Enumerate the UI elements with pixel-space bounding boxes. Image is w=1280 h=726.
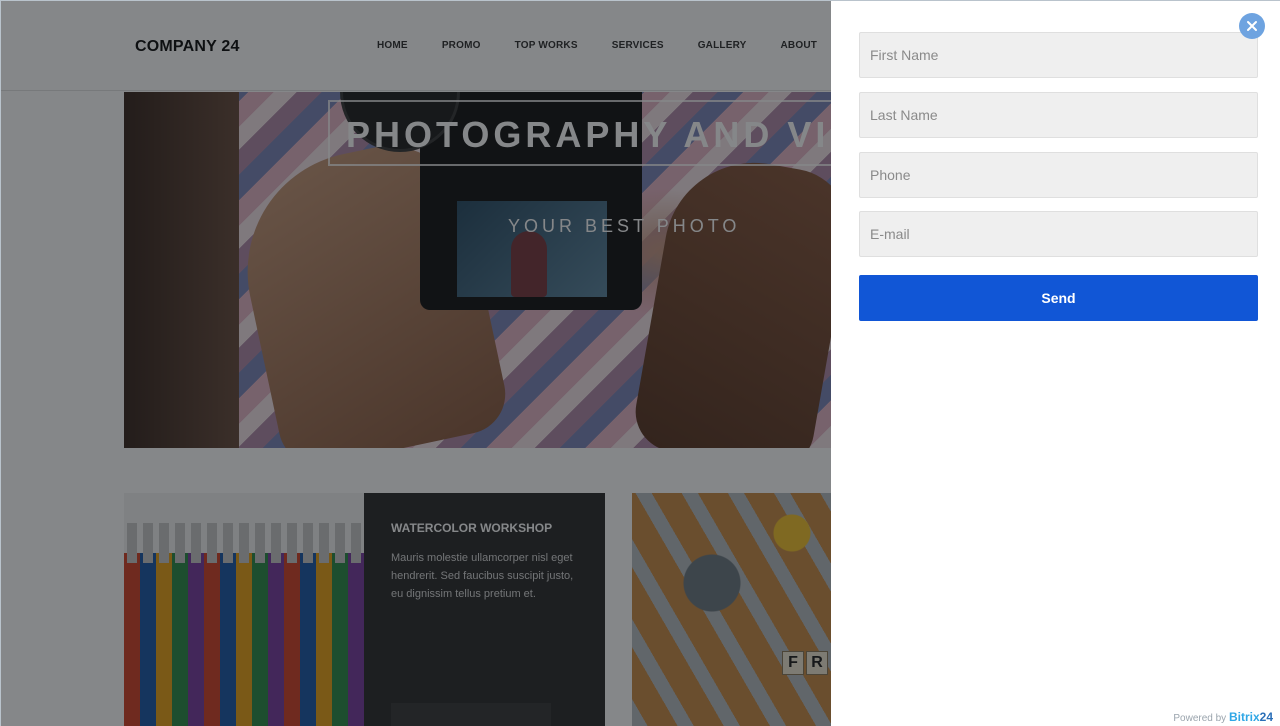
bitrix-brand-number: 24 [1259,710,1273,724]
bitrix-brand-name: Bitrix [1228,710,1260,724]
close-button[interactable] [1239,13,1265,39]
powered-by[interactable]: Powered by Bitrix24 [1173,710,1273,724]
phone-field[interactable] [859,152,1258,198]
powered-by-text: Powered by [1173,713,1227,724]
send-button[interactable]: Send [859,275,1258,321]
contact-form-panel: Send Powered by Bitrix24 [831,1,1280,726]
close-icon [1247,21,1257,31]
bitrix-brand: Bitrix24 [1229,710,1273,724]
first-name-field[interactable] [859,32,1258,78]
email-field[interactable] [859,211,1258,257]
modal-backdrop[interactable] [1,1,831,726]
last-name-field[interactable] [859,92,1258,138]
